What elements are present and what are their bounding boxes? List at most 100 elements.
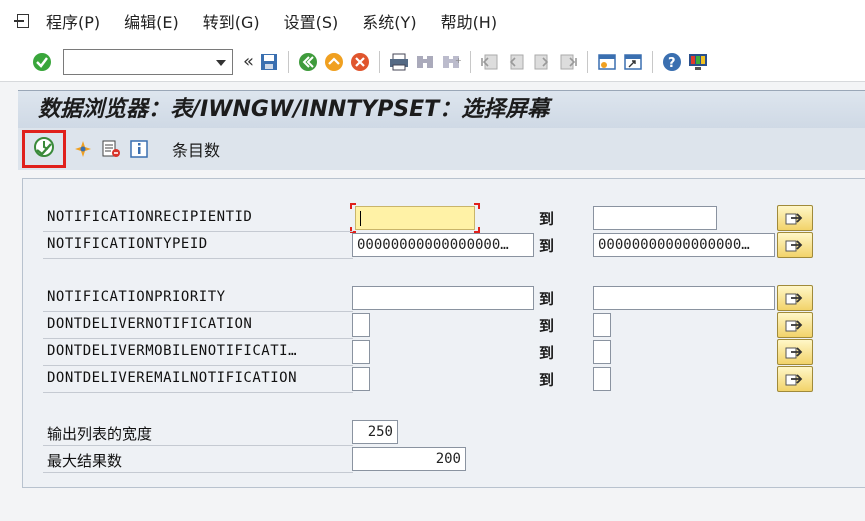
multiple-selection-icon bbox=[785, 320, 803, 332]
shortcut-icon[interactable] bbox=[623, 52, 643, 72]
max-results-input[interactable]: 200 bbox=[352, 447, 466, 471]
command-field[interactable] bbox=[63, 48, 233, 75]
selection-row: DONTDELIVERNOTIFICATION 到 bbox=[23, 312, 865, 338]
execute-icon bbox=[33, 136, 55, 162]
output-width-input[interactable]: 250 bbox=[352, 420, 398, 444]
toolbar-divider bbox=[470, 50, 472, 73]
svg-text:?: ? bbox=[668, 56, 676, 71]
screen-title-bar: 数据浏览器：表/IWNGW/INNTYPSET：选择屏幕 bbox=[18, 90, 865, 128]
info-icon[interactable] bbox=[128, 138, 150, 160]
output-width-label: 输出列表的宽度 bbox=[47, 425, 153, 443]
application-toolbar: 条目数 bbox=[18, 128, 865, 170]
page-title: 数据浏览器：表/IWNGW/INNTYPSET：选择屏幕 bbox=[38, 97, 550, 122]
type-id-to-input[interactable]: 00000000000000000… bbox=[593, 233, 775, 257]
field-label: NOTIFICATIONPRIORITY bbox=[47, 289, 226, 305]
print-icon[interactable] bbox=[389, 52, 409, 72]
toolbar-divider bbox=[288, 50, 290, 73]
recipient-id-from-input[interactable] bbox=[355, 206, 475, 230]
row-divider bbox=[43, 365, 353, 366]
priority-to-input[interactable] bbox=[593, 286, 775, 310]
standard-toolbar: « + ? bbox=[0, 42, 865, 82]
svg-text:+: + bbox=[455, 56, 461, 65]
row-divider bbox=[43, 231, 353, 232]
field-label: NOTIFICATIONRECIPIENTID bbox=[47, 209, 253, 225]
max-results-row: 最大结果数 200 bbox=[23, 447, 865, 471]
menu-goto[interactable]: 转到(G) bbox=[203, 9, 260, 33]
multiple-selection-button[interactable] bbox=[777, 366, 813, 392]
new-session-icon[interactable] bbox=[597, 52, 617, 72]
execute-button[interactable] bbox=[22, 130, 66, 168]
find-icon bbox=[415, 52, 435, 72]
back-icon[interactable] bbox=[298, 52, 318, 72]
menu-edit[interactable]: 编辑(E) bbox=[124, 9, 179, 33]
field-label: DONTDELIVEREMAILNOTIFICATION bbox=[47, 370, 298, 386]
multiple-selection-button[interactable] bbox=[777, 232, 813, 258]
dont-deliver-email-to-input[interactable] bbox=[593, 367, 611, 391]
number-of-entries-button[interactable]: 条目数 bbox=[172, 137, 220, 161]
to-label: 到 bbox=[539, 371, 555, 389]
row-divider bbox=[43, 472, 353, 473]
toolbar-divider bbox=[652, 50, 654, 73]
toolbar-divider bbox=[587, 50, 589, 73]
chevron-down-icon[interactable] bbox=[216, 59, 226, 66]
to-label: 到 bbox=[539, 290, 555, 308]
multiple-selection-button[interactable] bbox=[777, 205, 813, 231]
field-label: DONTDELIVERMOBILENOTIFICATI… bbox=[47, 343, 298, 359]
menu-bar: 程序(P) 编辑(E) 转到(G) 设置(S) 系统(Y) 帮助(H) bbox=[0, 0, 865, 42]
selection-screen: NOTIFICATIONRECIPIENTID 到 NOTIFICATIONTY… bbox=[22, 178, 865, 488]
menu-help[interactable]: 帮助(H) bbox=[441, 9, 498, 33]
menu-system[interactable]: 系统(Y) bbox=[362, 9, 416, 33]
selection-row: DONTDELIVERMOBILENOTIFICATI… 到 bbox=[23, 339, 865, 365]
type-id-from-input[interactable]: 00000000000000000… bbox=[352, 233, 534, 257]
recipient-id-to-input[interactable] bbox=[593, 206, 717, 230]
save-icon[interactable] bbox=[259, 52, 279, 72]
to-label: 到 bbox=[539, 317, 555, 335]
selection-row: NOTIFICATIONTYPEID 00000000000000000… 到 … bbox=[23, 232, 865, 258]
row-divider bbox=[43, 338, 353, 339]
row-divider bbox=[43, 392, 353, 393]
multiple-selection-icon bbox=[785, 374, 803, 386]
next-page-icon bbox=[532, 52, 552, 72]
previous-page-icon bbox=[506, 52, 526, 72]
max-results-label: 最大结果数 bbox=[47, 452, 123, 470]
exit-icon[interactable] bbox=[324, 52, 344, 72]
dont-deliver-mobile-to-input[interactable] bbox=[593, 340, 611, 364]
row-divider bbox=[43, 445, 353, 446]
multiple-selection-icon bbox=[785, 240, 803, 252]
multiple-selection-icon bbox=[785, 293, 803, 305]
selection-row: NOTIFICATIONPRIORITY 到 bbox=[23, 285, 865, 311]
dont-deliver-from-input[interactable] bbox=[352, 313, 370, 337]
to-label: 到 bbox=[539, 237, 555, 255]
first-page-icon bbox=[480, 52, 500, 72]
collapse-icon[interactable]: « bbox=[243, 51, 254, 72]
selection-row: DONTDELIVEREMAILNOTIFICATION 到 bbox=[23, 366, 865, 392]
dont-deliver-email-from-input[interactable] bbox=[352, 367, 370, 391]
selection-row: NOTIFICATIONRECIPIENTID 到 bbox=[23, 203, 865, 233]
field-label: DONTDELIVERNOTIFICATION bbox=[47, 316, 253, 332]
toolbar-divider bbox=[379, 50, 381, 73]
dont-deliver-to-input[interactable] bbox=[593, 313, 611, 337]
help-icon[interactable]: ? bbox=[662, 52, 682, 72]
cancel-icon[interactable] bbox=[350, 52, 370, 72]
multiple-selection-button[interactable] bbox=[777, 312, 813, 338]
to-label: 到 bbox=[539, 344, 555, 362]
dont-deliver-mobile-from-input[interactable] bbox=[352, 340, 370, 364]
multiple-selection-button[interactable] bbox=[777, 339, 813, 365]
enter-check-icon[interactable] bbox=[32, 52, 52, 72]
delete-selection-icon[interactable] bbox=[100, 138, 122, 160]
priority-from-input[interactable] bbox=[352, 286, 534, 310]
find-next-icon: + bbox=[441, 52, 461, 72]
row-divider bbox=[43, 311, 353, 312]
menu-program[interactable]: 程序(P) bbox=[46, 9, 100, 33]
multiple-selection-icon bbox=[785, 213, 803, 225]
field-label: NOTIFICATIONTYPEID bbox=[47, 236, 208, 252]
menu-settings[interactable]: 设置(S) bbox=[284, 9, 339, 33]
selection-options-icon[interactable] bbox=[72, 138, 94, 160]
menu-exit-icon[interactable] bbox=[14, 13, 34, 29]
multiple-selection-icon bbox=[785, 347, 803, 359]
to-label: 到 bbox=[539, 210, 555, 228]
customize-layout-icon[interactable] bbox=[688, 52, 708, 72]
row-divider bbox=[43, 258, 353, 259]
last-page-icon bbox=[558, 52, 578, 72]
multiple-selection-button[interactable] bbox=[777, 285, 813, 311]
